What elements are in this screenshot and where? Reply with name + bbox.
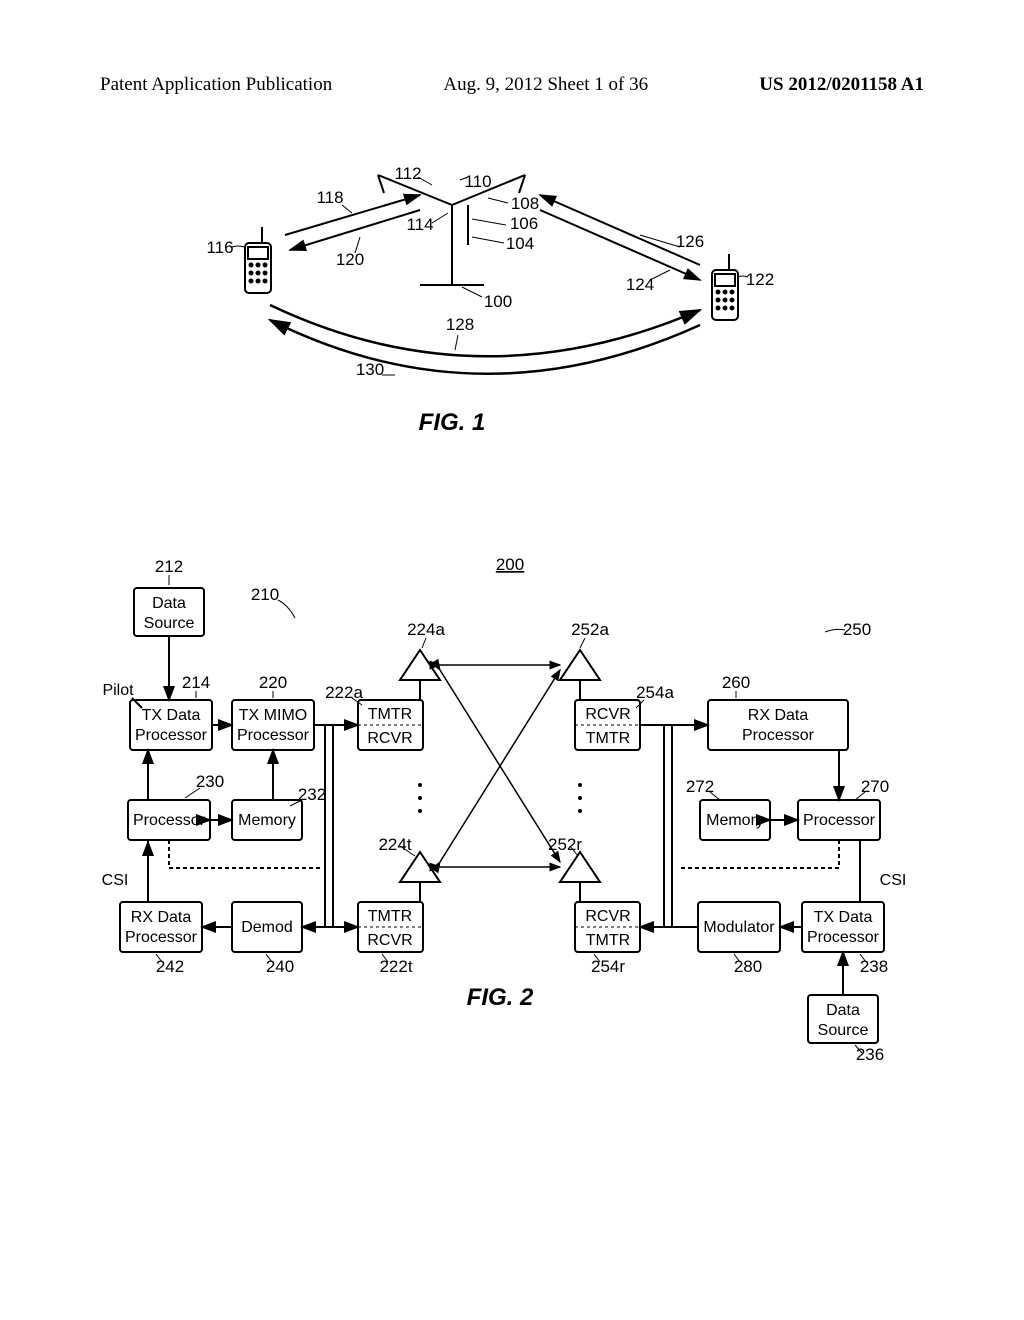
- label-csi-left: CSI: [102, 872, 129, 889]
- block-222a-l1: TMTR: [368, 706, 412, 723]
- block-254a-l2: TMTR: [586, 730, 630, 747]
- label-254r: 254r: [591, 957, 625, 976]
- block-254a-l1: RCVR: [585, 706, 630, 723]
- block-rx-data-242-l1: RX Data: [131, 909, 192, 926]
- block-222t-l2: RCVR: [367, 932, 412, 949]
- label-128: 128: [446, 315, 474, 334]
- block-254r-l2: TMTR: [586, 932, 630, 949]
- label-104: 104: [506, 234, 534, 253]
- block-rx-data-260-l1: RX Data: [748, 707, 809, 724]
- label-110: 110: [464, 172, 491, 191]
- label-220: 220: [259, 673, 287, 692]
- header-left: Patent Application Publication: [100, 74, 332, 96]
- label-114: 114: [406, 215, 433, 234]
- label-224t: 224t: [378, 835, 411, 854]
- label-272: 272: [686, 777, 714, 796]
- block-222a-l2: RCVR: [367, 730, 412, 747]
- label-200: 200: [496, 555, 524, 574]
- block-254r-l1: RCVR: [585, 908, 630, 925]
- label-210: 210: [251, 585, 279, 604]
- block-tx-data-214-l1: TX Data: [142, 707, 201, 724]
- label-118: 118: [316, 188, 343, 207]
- block-processor-230: Processor: [133, 812, 206, 829]
- block-modulator-280: Modulator: [703, 919, 775, 936]
- label-254a: 254a: [636, 683, 674, 702]
- label-122: 122: [746, 270, 774, 289]
- label-222a: 222a: [325, 683, 363, 702]
- header-right: US 2012/0201158 A1: [759, 74, 924, 96]
- block-data-source-236-l2: Source: [818, 1022, 869, 1039]
- block-memory-272: Memory: [706, 812, 764, 829]
- label-236: 236: [856, 1045, 884, 1064]
- block-222t-l1: TMTR: [368, 908, 412, 925]
- label-250: 250: [843, 620, 871, 639]
- block-data-source-236-l1: Data: [826, 1002, 860, 1019]
- label-130: 130: [356, 360, 384, 379]
- block-tx-mimo-220-l2: Processor: [237, 727, 310, 744]
- figure-1: 116 118 120 112 110 114 108 106 104 100 …: [0, 165, 1024, 435]
- label-224a: 224a: [407, 620, 445, 639]
- phone-right-icon: [712, 254, 738, 320]
- fig2-caption: FIG. 2: [467, 984, 534, 1011]
- label-252a: 252a: [571, 620, 609, 639]
- block-tx-data-214-l2: Processor: [135, 727, 208, 744]
- label-222t: 222t: [379, 957, 412, 976]
- label-106: 106: [510, 214, 538, 233]
- base-station-icon: [378, 175, 525, 285]
- label-124: 124: [626, 275, 654, 294]
- label-100: 100: [484, 292, 512, 311]
- label-108: 108: [511, 194, 539, 213]
- block-rx-data-260-l2: Processor: [742, 727, 815, 744]
- figure-2: 200 210 250 Data Source 212 Pilot TX Dat…: [0, 550, 1024, 1110]
- block-tx-mimo-220-l1: TX MIMO: [239, 707, 307, 724]
- block-memory-232: Memory: [238, 812, 296, 829]
- label-120: 120: [336, 250, 364, 269]
- block-processor-270: Processor: [803, 812, 876, 829]
- block-rx-data-242-l2: Processor: [125, 929, 198, 946]
- label-116: 116: [206, 238, 233, 257]
- header-center: Aug. 9, 2012 Sheet 1 of 36: [443, 74, 648, 96]
- label-126: 126: [676, 232, 704, 251]
- label-260: 260: [722, 673, 750, 692]
- block-tx-data-238-l2: Processor: [807, 929, 880, 946]
- block-tx-data-238-l1: TX Data: [814, 909, 873, 926]
- label-232: 232: [298, 785, 326, 804]
- label-270: 270: [861, 777, 889, 796]
- label-112: 112: [394, 165, 421, 183]
- block-demod-240: Demod: [241, 919, 293, 936]
- block-data-source-212-l1: Data: [152, 595, 186, 612]
- label-pilot: Pilot: [102, 682, 134, 699]
- fig1-caption: FIG. 1: [419, 409, 486, 436]
- block-data-source-212-l2: Source: [144, 615, 195, 632]
- label-214: 214: [182, 673, 210, 692]
- label-212: 212: [155, 557, 183, 576]
- phone-left-icon: [245, 227, 271, 293]
- label-csi-right: CSI: [880, 872, 907, 889]
